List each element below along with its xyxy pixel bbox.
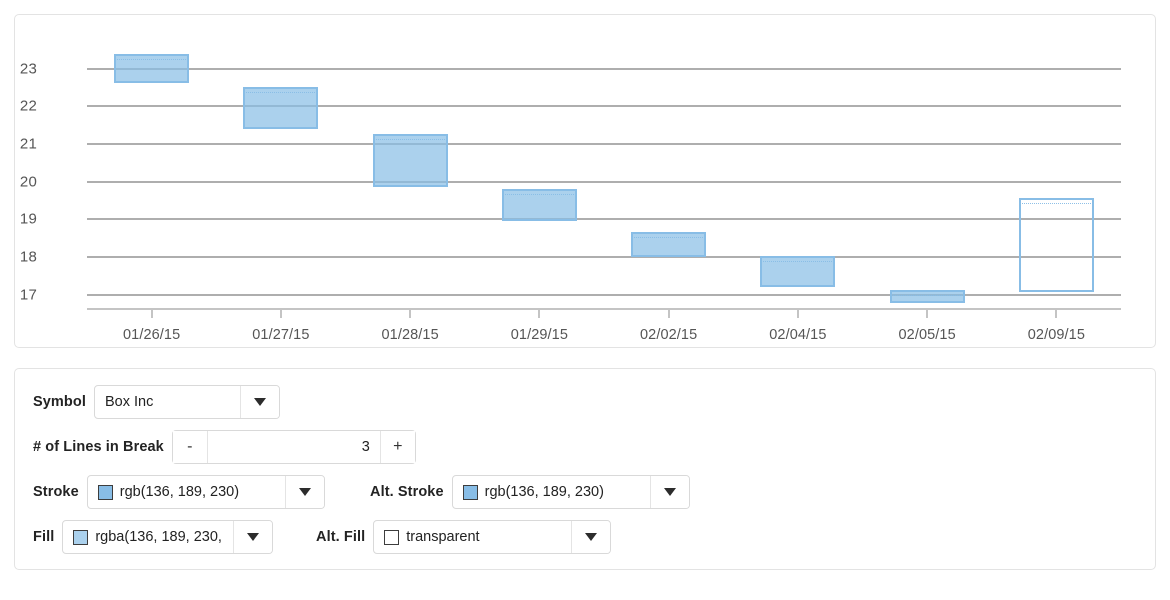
x-axis-tick [409,310,412,318]
box-inner-guide [763,261,833,263]
y-axis-tick-label: 22 [19,97,37,115]
x-axis-tick-label: 02/09/15 [1027,327,1085,343]
chart-box[interactable] [631,232,707,258]
fill-select[interactable]: rgba(136, 189, 230, 0.70) [62,520,274,554]
gridline [87,143,1121,146]
alt-fill-value-cell: transparent [374,521,571,553]
y-axis-tick-label: 23 [19,60,37,78]
x-axis-tick-label: 02/02/15 [640,327,698,343]
box-inner-guide [504,193,574,195]
chart-box[interactable] [1018,197,1094,293]
alt-fill-row: Alt. Fill transparent [316,520,612,554]
fill-value: rgba(136, 189, 230, 0.70) [95,529,223,545]
fill-row: Fill rgba(136, 189, 230, 0.70) [33,520,274,554]
y-axis-tick-label: 18 [19,248,37,266]
alt-stroke-row: Alt. Stroke rgb(136, 189, 230) [370,475,690,509]
x-axis-tick-label: 01/28/15 [381,327,439,343]
x-axis-tick-label: 02/04/15 [769,327,827,343]
alt-stroke-select[interactable]: rgb(136, 189, 230) [451,475,690,509]
controls-panel: Symbol Box Inc # of Lines in Break - 3 +… [14,368,1156,570]
decrement-button[interactable]: - [172,431,208,463]
alt-stroke-value-cell: rgb(136, 189, 230) [453,476,650,508]
stroke-select[interactable]: rgb(136, 189, 230) [86,475,325,509]
x-axis-tick [150,310,153,318]
y-axis-tick-label: 20 [19,173,37,191]
box-inner-guide [892,295,962,297]
page-root: 23 22 21 20 19 18 17 01/26/15 01/27/15 01/28/15 01… [0,0,1170,600]
gridline [87,180,1121,183]
chevron-down-icon [585,533,598,541]
alt-stroke-value: rgb(136, 189, 230) [484,484,604,500]
alt-stroke-label: Alt. Stroke [370,484,444,500]
chart-box[interactable] [114,53,190,83]
gridline [87,218,1121,221]
x-axis-tick [796,310,799,318]
stroke-label: Stroke [33,484,79,500]
increment-button[interactable]: + [379,431,415,463]
fill-color-swatch [73,529,89,545]
stroke-color-swatch [97,484,113,500]
x-axis-tick-label: 01/29/15 [510,327,568,343]
fill-label: Fill [33,529,55,545]
alt-stroke-dropdown-button[interactable] [649,476,689,508]
box-inner-guide [117,58,187,60]
stroke-row: Stroke rgb(136, 189, 230) [33,475,325,509]
chart-canvas: 23 22 21 20 19 18 17 01/26/15 01/27/15 01/28/15 01… [15,15,1155,347]
box-inner-guide [634,237,704,239]
x-axis-tick [1055,310,1058,318]
x-axis-tick-label: 01/26/15 [123,327,181,343]
alt-fill-label: Alt. Fill [316,529,366,545]
y-axis-tick-label: 17 [19,286,37,304]
gridline [87,256,1121,259]
alt-fill-select[interactable]: transparent [373,520,612,554]
lines-in-break-input[interactable]: 3 [208,431,380,463]
alt-stroke-color-swatch [462,484,478,500]
chevron-down-icon [253,398,266,406]
x-axis-line [87,308,1121,310]
fill-value-cell: rgba(136, 189, 230, 0.70) [63,521,233,553]
gridline [87,67,1121,70]
stroke-value-cell: rgb(136, 189, 230) [88,476,285,508]
alt-fill-value: transparent [406,529,480,545]
y-axis-tick-label: 19 [19,210,37,228]
lines-in-break-stepper[interactable]: - 3 + [171,430,416,464]
y-axis-tick-label: 21 [19,135,37,153]
chart-panel: 23 22 21 20 19 18 17 01/26/15 01/27/15 01/28/15 01… [14,14,1156,348]
x-axis-tick [926,310,929,318]
gridline [87,105,1121,108]
chart-box[interactable] [243,86,319,129]
x-axis-tick [279,310,282,318]
symbol-dropdown-button[interactable] [239,386,279,418]
chevron-down-icon [663,488,676,496]
chart-box[interactable] [760,256,836,288]
alt-fill-color-swatch [384,529,400,545]
box-inner-guide [246,91,316,93]
chevron-down-icon [247,533,260,541]
chart-box[interactable] [501,188,577,221]
x-axis-tick-label: 01/27/15 [252,327,310,343]
symbol-row: Symbol Box Inc [33,385,280,419]
x-axis-tick [538,310,541,318]
box-inner-guide [375,138,445,140]
box-inner-guide [1021,202,1091,204]
lines-in-break-row: # of Lines in Break - 3 + [33,430,416,464]
alt-fill-dropdown-button[interactable] [571,521,611,553]
symbol-value: Box Inc [104,394,154,410]
stroke-dropdown-button[interactable] [284,476,324,508]
plot-area: 23 22 21 20 19 18 17 01/26/15 01/27/15 01/28/15 01… [20,46,1121,343]
fill-dropdown-button[interactable] [233,521,273,553]
gridline [87,293,1121,296]
x-axis-tick-label: 02/05/15 [898,327,956,343]
x-axis-tick [667,310,670,318]
lines-in-break-label: # of Lines in Break [33,439,164,455]
stroke-value: rgb(136, 189, 230) [119,484,240,500]
chart-box[interactable] [372,133,448,188]
symbol-select[interactable]: Box Inc [93,385,280,419]
chevron-down-icon [298,488,311,496]
symbol-label: Symbol [33,394,86,410]
chart-box[interactable] [889,290,965,304]
